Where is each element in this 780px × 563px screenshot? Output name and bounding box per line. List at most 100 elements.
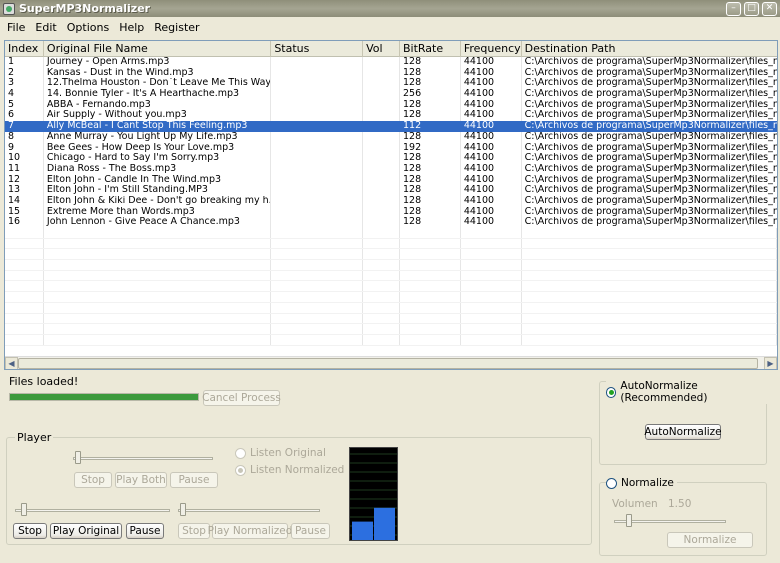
cell-file-name: Extreme More than Words.mp3 [44, 206, 272, 218]
table-row[interactable]: 13 Elton John - I'm Still Standing.MP3 128… [5, 185, 777, 196]
empty-cell [363, 313, 400, 324]
pause-original-button[interactable]: Pause [126, 523, 164, 539]
cell-index: 3 [5, 78, 44, 90]
slider-thumb[interactable] [75, 451, 81, 464]
slider-thumb[interactable] [626, 514, 632, 527]
cell-vol [363, 153, 400, 164]
empty-cell [5, 292, 44, 302]
listen-normalized-radio[interactable]: Listen Normalized [235, 464, 344, 476]
empty-cell [5, 260, 44, 270]
empty-cell [44, 313, 272, 324]
column-header-status[interactable]: Status [271, 41, 364, 57]
table-row[interactable]: 2 Kansas - Dust in the Wind.mp3 128 44100 C:… [5, 67, 777, 79]
table-row[interactable]: 12 Elton John - Candle In The Wind.mp3 128… [5, 174, 777, 186]
original-position-slider[interactable] [15, 503, 170, 517]
cell-destination: C:\Archivos de programa\SuperMp3Normaliz… [524, 78, 777, 89]
file-list[interactable]: Index Original File Name Status Vol BitR… [4, 40, 778, 370]
autonormalize-button[interactable]: AutoNormalize [644, 424, 722, 440]
scroll-left-icon[interactable]: ◀ [5, 357, 18, 369]
scroll-thumb[interactable] [18, 358, 758, 369]
table-row[interactable]: 1 Journey - Open Arms.mp3 128 44100 C:\Archi… [5, 57, 777, 68]
cancel-process-button[interactable]: Cancel Process [202, 390, 281, 406]
table-row[interactable]: 11 Diana Ross - The Boss.mp3 128 44100 C:\Ar… [5, 163, 777, 175]
table-row[interactable]: 4 14. Bonnie Tyler - It's A Hearthache.mp… [5, 89, 777, 100]
cell-index: 14 [5, 195, 44, 207]
vu-bar-right [374, 507, 395, 540]
empty-cell [400, 324, 461, 334]
table-row[interactable]: 8 Anne Murray - You Light Up My Life.mp3 1… [5, 131, 777, 143]
cell-status [271, 110, 364, 122]
maximize-icon[interactable]: □ [744, 1, 759, 16]
play-both-button[interactable]: Play Both [115, 472, 167, 488]
scroll-track[interactable] [18, 357, 764, 369]
slider-track [15, 509, 170, 512]
table-row[interactable]: 9 Bee Gees - How Deep Is Your Love.mp3 192… [5, 142, 777, 154]
horizontal-scrollbar[interactable]: ◀ ▶ [5, 356, 777, 369]
list-header: Index Original File Name Status Vol BitR… [5, 41, 777, 57]
table-row[interactable]: 5 ABBA - Fernando.mp3 128 44100 C:\Archivos … [5, 99, 777, 111]
menu-edit[interactable]: Edit [30, 21, 61, 34]
radio-checked-icon [606, 386, 617, 398]
minimize-icon[interactable]: – [726, 1, 741, 16]
cell-status [271, 174, 364, 186]
status-text: Files loaded! [9, 375, 79, 388]
menu-register[interactable]: Register [149, 21, 204, 34]
empty-cell [461, 313, 522, 324]
close-icon[interactable]: ✕ [762, 1, 777, 16]
normalize-button[interactable]: Normalize [667, 532, 753, 548]
normalize-radio[interactable]: Normalize [606, 477, 677, 489]
table-row[interactable]: 7 Ally McBeal - I Cant Stop This Feeling.… [5, 121, 777, 132]
empty-cell [271, 281, 364, 292]
play-original-button[interactable]: Play Original [50, 523, 122, 539]
normalized-position-slider[interactable] [178, 503, 320, 517]
play-normalized-button[interactable]: Play Normalized [208, 523, 292, 539]
column-header-index[interactable]: Index [5, 41, 44, 57]
stop-original-button[interactable]: Stop [13, 523, 47, 539]
table-row[interactable]: 16 John Lennon - Give Peace A Chance.mp3 1… [5, 217, 777, 228]
column-header-name[interactable]: Original File Name [44, 41, 272, 57]
cell-bitrate: 128 [400, 110, 461, 122]
column-header-destination[interactable]: Destination Path [522, 41, 777, 57]
slider-thumb[interactable] [21, 503, 27, 516]
table-row[interactable]: 15 Extreme More than Words.mp3 128 44100 C:\… [5, 206, 777, 218]
empty-cell [44, 238, 272, 249]
empty-cell [461, 302, 522, 313]
table-row[interactable]: 14 Elton John & Kiki Dee - Don't go break… [5, 195, 777, 207]
slider-thumb[interactable] [180, 503, 186, 516]
menu-file[interactable]: File [2, 21, 30, 34]
cell-file-name: Elton John - I'm Still Standing.MP3 [44, 185, 272, 196]
autonormalize-radio[interactable]: AutoNormalize (Recommended) [606, 380, 780, 404]
cell-bitrate: 128 [400, 131, 461, 143]
menu-options[interactable]: Options [62, 21, 114, 34]
empty-cell [400, 228, 461, 238]
column-header-bitrate[interactable]: BitRate [400, 41, 461, 57]
column-header-frequency[interactable]: Frequency [461, 41, 522, 57]
cell-destination: C:\Archivos de programa\SuperMp3Normaliz… [524, 99, 777, 110]
table-row[interactable]: 6 Air Supply - Without you.mp3 128 44100 C:\… [5, 110, 777, 122]
slider-track [178, 509, 320, 512]
listen-original-radio[interactable]: Listen Original [235, 447, 326, 459]
cell-vol [363, 110, 400, 122]
cell-index: 9 [5, 142, 44, 154]
cell-vol [363, 121, 400, 132]
stop-normalized-button[interactable]: Stop [178, 523, 210, 539]
table-row[interactable]: 3 12.Thelma Houston - Don´t Leave Me This… [5, 78, 777, 90]
both-position-slider[interactable] [73, 451, 213, 465]
stop-both-button[interactable]: Stop [74, 472, 112, 488]
column-header-vol[interactable]: Vol [363, 41, 400, 57]
cell-frequency: 44100 [461, 89, 522, 100]
empty-cell [44, 292, 272, 302]
cell-bitrate: 128 [400, 206, 461, 218]
empty-cell [44, 260, 272, 270]
title-bar[interactable]: SuperMP3Normalizer – □ ✕ [0, 0, 780, 17]
table-row[interactable]: 10 Chicago - Hard to Say I'm Sorry.mp3 128… [5, 153, 777, 164]
empty-cell [44, 270, 272, 281]
pause-both-button[interactable]: Pause [170, 472, 218, 488]
empty-cell [5, 238, 44, 249]
cell-destination: C:\Archivos de programa\SuperMp3Normaliz… [524, 206, 777, 217]
menu-help[interactable]: Help [114, 21, 149, 34]
scroll-right-icon[interactable]: ▶ [764, 357, 777, 369]
volume-slider[interactable] [614, 514, 726, 528]
empty-cell [400, 334, 461, 345]
pause-normalized-button[interactable]: Pause [291, 523, 330, 539]
